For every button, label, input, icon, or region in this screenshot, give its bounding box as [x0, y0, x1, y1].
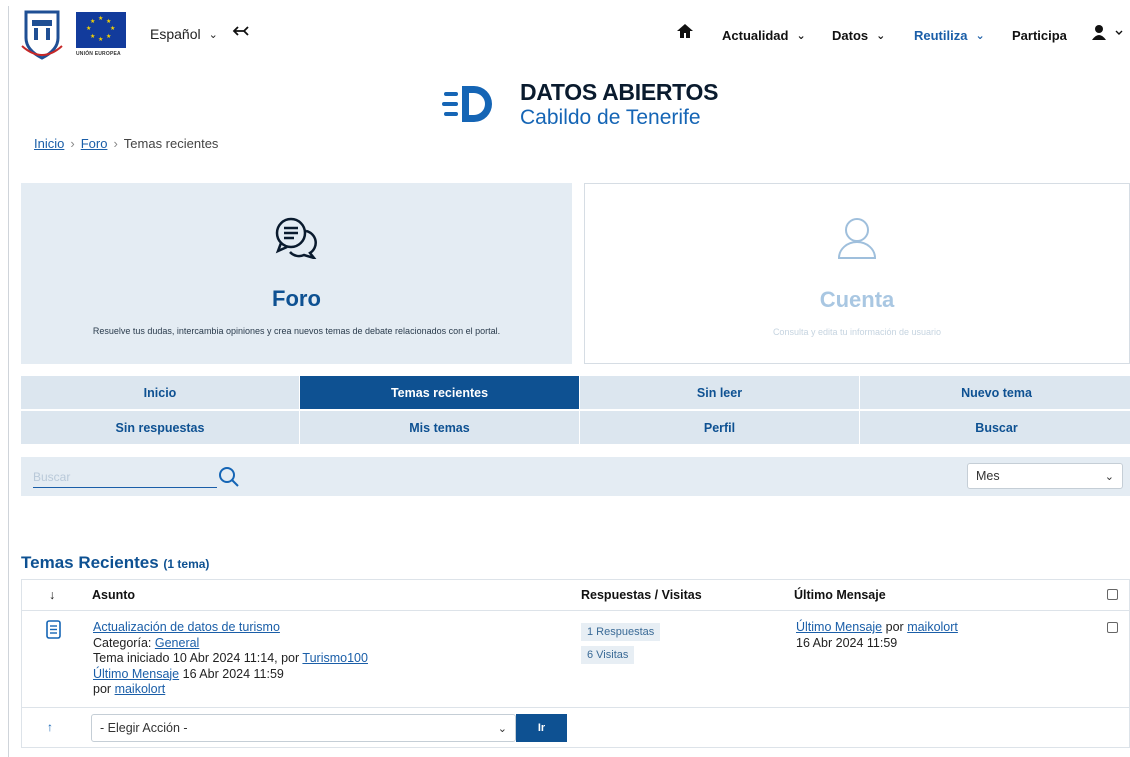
nav-actualidad[interactable]: Actualidad ⌄	[722, 28, 806, 43]
recent-topics-title: Temas Recientes (1 tema)	[21, 553, 209, 573]
chat-bubbles-icon	[272, 215, 322, 262]
breadcrumb-separator: ›	[113, 136, 118, 151]
category-link[interactable]: General	[155, 636, 199, 650]
topic-stats: 1 Respuestas 6 Visitas	[581, 623, 661, 669]
period-select-value: Mes	[976, 469, 1000, 483]
breadcrumb-separator: ›	[70, 136, 75, 151]
recent-topics-heading: Temas Recientes	[21, 553, 159, 572]
cuenta-card-description: Consulta y edita tu información de usuar…	[772, 327, 942, 337]
last-message-link[interactable]: Último Mensaje	[93, 667, 179, 681]
last-message-column-link[interactable]: Último Mensaje	[796, 620, 882, 634]
recent-topics-table: ↓ Asunto Respuestas / Visitas Último Men…	[21, 579, 1130, 748]
last-col-by-label: por	[885, 620, 904, 634]
sort-down-icon[interactable]: ↓	[49, 588, 55, 602]
last-col-date: 16 Abr 2024 11:59	[796, 635, 898, 650]
topic-title-link[interactable]: Actualización de datos de turismo	[93, 620, 280, 634]
column-header-stats: Respuestas / Visitas	[581, 588, 702, 602]
action-select[interactable]: - Elegir Acción - ⌄	[91, 714, 516, 742]
views-badge: 6 Visitas	[581, 646, 635, 664]
cuenta-card-title: Cuenta	[819, 287, 895, 312]
foro-card-description: Resuelve tus dudas, intercambia opinione…	[92, 326, 501, 336]
last-message-date: 16 Abr 2024 11:59	[182, 666, 284, 681]
brand-title: DATOS ABIERTOS	[520, 79, 719, 105]
nav-label: Actualidad	[722, 28, 789, 43]
chevron-down-icon: ⌄	[876, 30, 886, 42]
search-bar: Mes ⌄	[21, 457, 1130, 496]
category-label: Categoría:	[93, 635, 152, 650]
tab-sin-respuestas[interactable]: Sin respuestas	[21, 411, 299, 444]
eu-logo: ★ ★ ★ ★ ★ ★ ★ ★ UNIÓN EUROPEA	[76, 12, 128, 62]
recent-topics-count: (1 tema)	[163, 557, 210, 571]
breadcrumb-foro[interactable]: Foro	[81, 136, 108, 151]
nav-label: Reutiliza	[914, 28, 968, 43]
column-header-last: Último Mensaje	[794, 588, 886, 602]
foro-card-title: Foro	[272, 286, 321, 311]
nav-label: Participa	[1012, 28, 1067, 43]
datos-abiertos-logo-icon[interactable]	[442, 82, 498, 126]
started-text: Tema iniciado 10 Abr 2024 11:14, por	[93, 651, 300, 665]
foro-card[interactable]: Foro Resuelve tus dudas, intercambia opi…	[21, 183, 572, 364]
page-frame-border	[8, 6, 9, 757]
chevron-down-icon: ⌄	[975, 30, 985, 42]
search-icon[interactable]	[218, 466, 240, 488]
started-by-link[interactable]: Turismo100	[302, 651, 368, 665]
last-by-link[interactable]: maikolort	[115, 682, 166, 696]
chevron-down-icon: ⌄	[208, 28, 218, 41]
replies-badge: 1 Respuestas	[581, 623, 661, 641]
tab-mis-temas[interactable]: Mis temas	[300, 411, 579, 444]
sort-up-icon[interactable]: ↑	[47, 720, 53, 734]
table-header: ↓ Asunto Respuestas / Visitas Último Men…	[22, 580, 1129, 611]
user-outline-icon	[835, 216, 879, 263]
breadcrumb-current: Temas recientes	[123, 136, 219, 151]
nav-reutiliza[interactable]: Reutiliza ⌄	[914, 28, 985, 43]
cabildo-logo[interactable]	[20, 8, 64, 62]
document-icon	[46, 620, 61, 642]
tab-perfil[interactable]: Perfil	[580, 411, 859, 444]
chevron-down-icon: ⌄	[497, 722, 507, 735]
home-icon[interactable]	[676, 22, 694, 40]
brand-subtitle: Cabildo de Tenerife	[520, 106, 701, 129]
by-label: por	[93, 682, 112, 696]
tab-sin-leer[interactable]: Sin leer	[580, 376, 859, 409]
breadcrumb-inicio[interactable]: Inicio	[34, 136, 64, 151]
topic-info: Actualización de datos de turismo Catego…	[93, 620, 368, 698]
top-bar: ★ ★ ★ ★ ★ ★ ★ ★ UNIÓN EUROPEA Español ⌄ …	[0, 0, 1130, 70]
column-header-subject: Asunto	[92, 588, 136, 602]
share-icon[interactable]	[232, 22, 250, 45]
nav-datos[interactable]: Datos ⌄	[832, 28, 885, 43]
eu-label: UNIÓN EUROPEA	[76, 51, 121, 57]
go-button[interactable]: Ir	[516, 714, 567, 742]
language-label: Español	[150, 26, 201, 42]
nav-label: Datos	[832, 28, 869, 43]
forum-tabs: Inicio Temas recientes Sin leer Nuevo te…	[21, 376, 1130, 444]
user-menu[interactable]	[1092, 24, 1124, 45]
last-col-by-link[interactable]: maikolort	[907, 620, 958, 634]
nav-participa[interactable]: Participa	[1012, 28, 1067, 43]
chevron-down-icon: ⌄	[1104, 470, 1114, 483]
tab-temas-recientes[interactable]: Temas recientes	[300, 376, 579, 409]
row-checkbox[interactable]	[1107, 622, 1118, 633]
language-selector[interactable]: Español ⌄	[150, 26, 218, 42]
tab-buscar[interactable]: Buscar	[860, 411, 1130, 444]
last-message-info: Último Mensaje por maikolort 16 Abr 2024…	[796, 620, 958, 651]
select-all-checkbox[interactable]	[1107, 589, 1118, 600]
tab-nuevo-tema[interactable]: Nuevo tema	[860, 376, 1130, 409]
bulk-actions: ↑ - Elegir Acción - ⌄ Ir	[22, 708, 1129, 748]
search-input[interactable]	[33, 466, 217, 488]
action-select-value: - Elegir Acción -	[100, 721, 188, 735]
chevron-down-icon: ⌄	[796, 30, 806, 42]
period-select[interactable]: Mes ⌄	[967, 463, 1123, 489]
table-row: Actualización de datos de turismo Catego…	[22, 611, 1129, 708]
breadcrumb: Inicio › Foro › Temas recientes	[34, 136, 218, 151]
cuenta-card[interactable]: Cuenta Consulta y edita tu información d…	[584, 183, 1130, 364]
eu-flag-icon: ★ ★ ★ ★ ★ ★ ★ ★	[76, 12, 126, 48]
tab-inicio[interactable]: Inicio	[21, 376, 299, 409]
